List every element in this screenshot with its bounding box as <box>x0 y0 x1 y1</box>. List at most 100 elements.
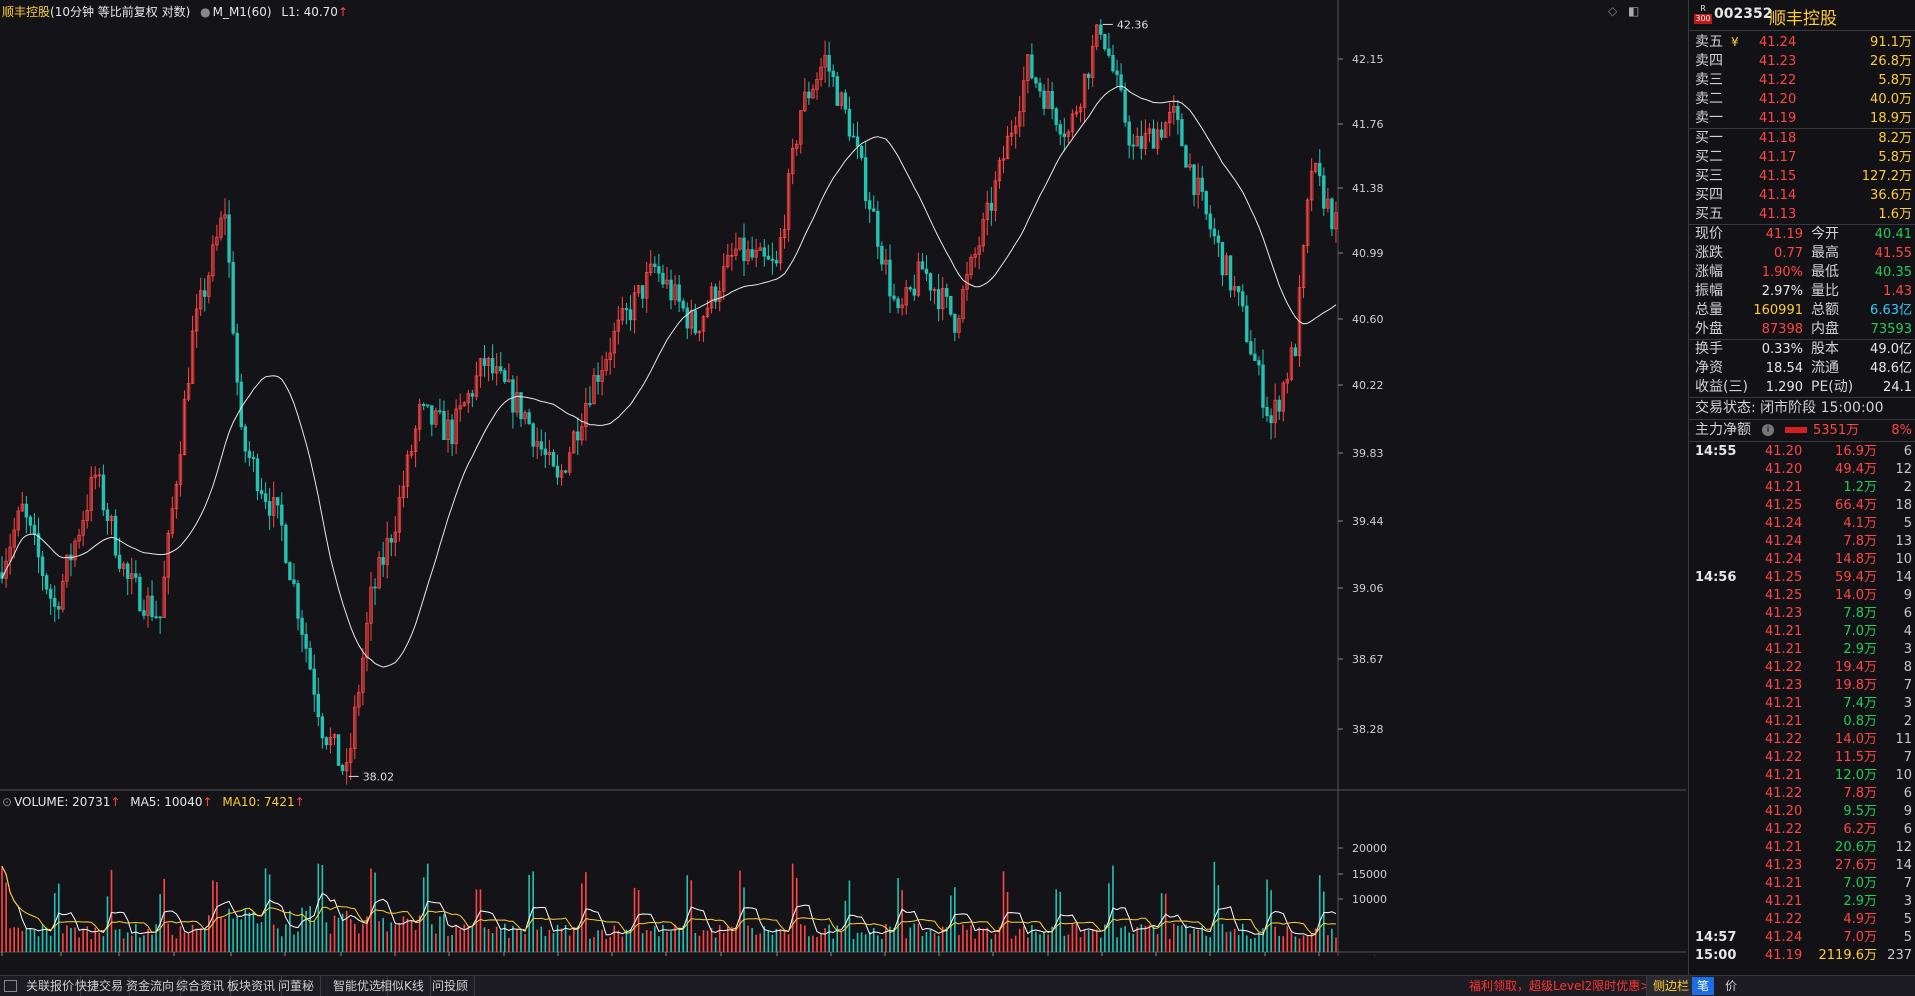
sell-row[interactable]: 卖一 41.19 18.9万 <box>1689 109 1915 128</box>
sell-row[interactable]: 卖五 ¥41.24 91.1万 <box>1689 33 1915 52</box>
candle-body <box>32 524 37 535</box>
bottom-tab[interactable]: 相似K线 <box>374 976 431 996</box>
sell-row[interactable]: 卖四 41.23 26.8万 <box>1689 52 1915 71</box>
tick-price: 41.24 <box>1765 534 1803 549</box>
tick-row: 41.20 9.5万 9 <box>1689 803 1915 821</box>
collapse-icon[interactable]: ⊙ <box>2 795 12 809</box>
candle-body <box>1192 164 1196 196</box>
candle-body <box>851 135 856 138</box>
candle-body <box>576 431 580 441</box>
main-net-pct: 8% <box>1891 423 1912 438</box>
quote-value: 40.35 <box>1874 265 1912 280</box>
tick-price: 41.22 <box>1765 660 1803 675</box>
buy-price: 41.15 <box>1759 169 1797 184</box>
tick-price: 41.19 <box>1765 948 1803 963</box>
bottom-tab[interactable]: 问投顾 <box>426 976 476 996</box>
candle-body <box>669 279 673 301</box>
quote-value: 24.1 <box>1883 380 1912 395</box>
chart-desc: (10分钟 等比前复权 对数) <box>50 5 191 19</box>
trade-status: 交易状态: 闭市阶段 15:00:00 <box>1689 398 1915 419</box>
time-tick-label: 15:00 <box>779 955 811 956</box>
candle-body <box>1107 48 1111 56</box>
sell-row[interactable]: 卖三 41.22 5.8万 <box>1689 71 1915 90</box>
promo-link[interactable]: 福利领取，超级Level2限时优惠> <box>1469 976 1650 996</box>
buy-row[interactable]: 买四 41.14 36.6万 <box>1689 186 1915 205</box>
candle-body <box>766 255 771 260</box>
kline-chart[interactable]: 42.15 41.76 41.38 40.99 40.60 40.22 39.83 39.44… <box>0 0 1686 956</box>
tick-price: 41.21 <box>1765 894 1803 909</box>
candle-body <box>48 588 53 599</box>
quote-label: 今开 <box>1811 226 1839 242</box>
indicator-name[interactable]: M_M1(60) <box>213 5 272 19</box>
time-tick-label: 14:10 <box>506 955 538 956</box>
tick-volume: 1.2万 <box>1843 480 1877 495</box>
buy-row[interactable]: 买五 41.13 1.6万 <box>1689 205 1915 224</box>
tick-row: 41.25 14.0万 9 <box>1689 587 1915 605</box>
quote-label: 收益(三) <box>1695 379 1748 395</box>
candle-body <box>381 557 385 565</box>
tick-count: 2 <box>1903 480 1912 495</box>
tick-price: 41.21 <box>1765 840 1803 855</box>
tick-row: 41.21 0.8万 2 <box>1689 713 1915 731</box>
candle-body <box>113 515 118 556</box>
tick-price: 41.24 <box>1765 552 1803 567</box>
tick-price: 41.22 <box>1765 750 1803 765</box>
candle-body <box>450 419 454 445</box>
quote-row: 总量 160991 总额 6.63亿 <box>1689 301 1915 320</box>
buy-label: 买二 <box>1695 149 1723 165</box>
candle-body <box>235 332 239 383</box>
quote-value: 41.55 <box>1874 246 1912 261</box>
sell-mark: ¥ <box>1731 35 1739 49</box>
candle-body <box>284 524 288 563</box>
sell-label: 卖三 <box>1695 72 1723 88</box>
candle-body <box>1265 406 1269 417</box>
candle-body <box>1253 353 1257 362</box>
diamond-icon[interactable]: ◇ <box>1608 4 1617 18</box>
buy-volume: 36.6万 <box>1870 188 1912 203</box>
tick-volume: 20.6万 <box>1835 840 1877 855</box>
candle-body <box>936 289 941 310</box>
candle-body <box>24 503 29 518</box>
tab-price[interactable]: 价 <box>1720 977 1742 995</box>
buy-row[interactable]: 买三 41.15 127.2万 <box>1689 167 1915 186</box>
sidebar-toggle[interactable]: 侧边栏 <box>1646 976 1696 996</box>
tick-row: 41.24 7.8万 13 <box>1689 533 1915 551</box>
candle-body <box>762 247 766 257</box>
tick-volume: 7.8万 <box>1843 606 1877 621</box>
tab-trades[interactable]: 笔 <box>1692 977 1714 995</box>
bottom-tab[interactable]: 问董秘 <box>272 976 322 996</box>
quote-label: 股本 <box>1811 341 1839 357</box>
candle-body <box>1180 119 1184 147</box>
candle-body <box>628 309 633 321</box>
candle-body <box>953 313 957 333</box>
quote-label: 净资 <box>1695 360 1723 376</box>
candle-body <box>539 441 543 450</box>
candle-body <box>430 405 434 425</box>
window-icon[interactable] <box>4 980 17 992</box>
quote-label: 涨跌 <box>1695 245 1723 261</box>
chart-area[interactable]: 42.15 41.76 41.38 40.99 40.60 40.22 39.83 39.44… <box>0 0 1686 956</box>
buy-row[interactable]: 买一 41.18 8.2万 <box>1689 129 1915 148</box>
tick-volume: 14.0万 <box>1835 588 1877 603</box>
candle-body <box>324 737 329 746</box>
tick-count: 6 <box>1903 786 1912 801</box>
tick-volume: 2119.6万 <box>1818 948 1878 963</box>
tick-price: 41.21 <box>1765 480 1803 495</box>
tick-volume: 4.9万 <box>1843 912 1877 927</box>
candle-body <box>320 716 325 739</box>
candle-body <box>945 288 949 297</box>
buy-row[interactable]: 买二 41.17 5.8万 <box>1689 148 1915 167</box>
main-net-label: 主力净额 <box>1695 422 1751 438</box>
sell-row[interactable]: 卖二 41.20 40.0万 <box>1689 90 1915 109</box>
buy-volume: 1.6万 <box>1878 207 1912 222</box>
panel-toggle-icon[interactable]: ◧ <box>1628 4 1639 18</box>
tick-row: 41.22 11.5万 7 <box>1689 749 1915 767</box>
info-icon[interactable]: i <box>1762 424 1774 436</box>
tick-list[interactable]: 14:55 41.20 16.9万 6 41.20 49.4万 12 41.21 1.2万 2 41… <box>1689 442 1915 965</box>
quote-label: 最低 <box>1811 264 1839 280</box>
candle-body <box>888 259 892 297</box>
candle-body <box>470 393 475 397</box>
candle-body <box>316 693 320 718</box>
time-tick-label: 10月20日 <box>4 955 54 956</box>
candle-body <box>44 575 49 590</box>
